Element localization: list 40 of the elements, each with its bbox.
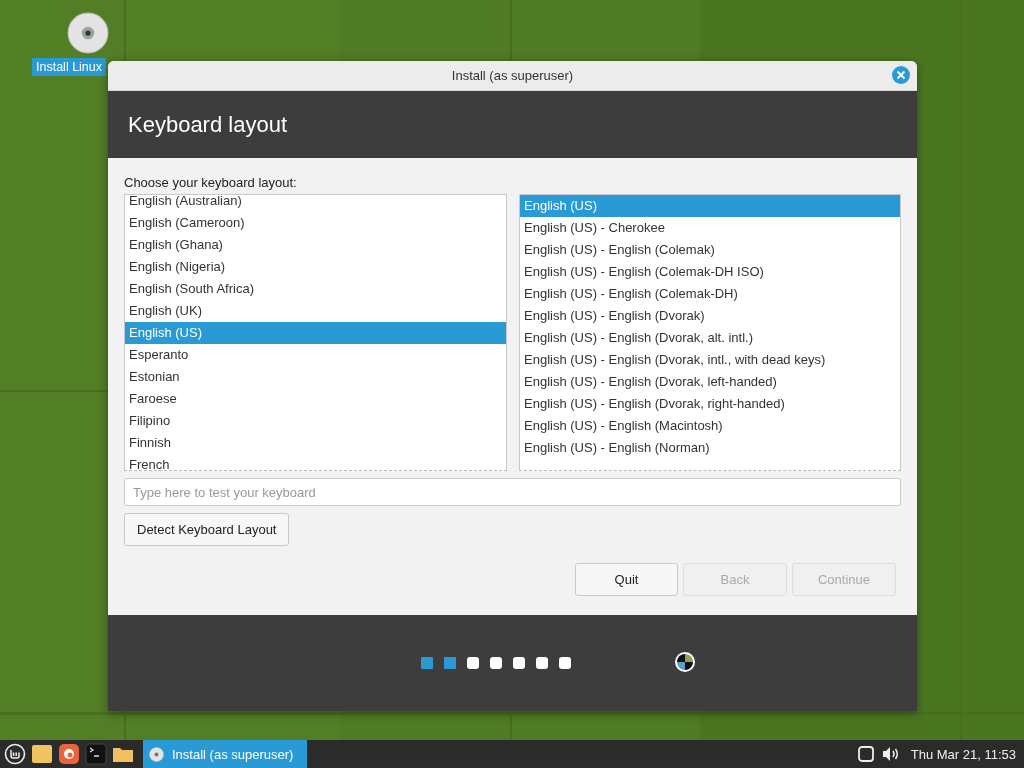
terminal-icon[interactable] <box>85 743 107 765</box>
desktop-icon[interactable] <box>31 743 53 765</box>
list-item[interactable]: English (US) - Cherokee <box>520 217 900 239</box>
list-item[interactable]: English (US) - English (Dvorak, alt. intl.) <box>520 327 900 349</box>
window-icon[interactable] <box>856 745 875 763</box>
list-item[interactable]: English (US) - English (Dvorak) <box>520 305 900 327</box>
browser-icon[interactable] <box>58 743 80 765</box>
list-item[interactable]: English (Nigeria) <box>125 256 506 278</box>
list-item[interactable]: English (US) - English (Norman) <box>520 437 900 459</box>
list-item[interactable]: Esperanto <box>125 344 506 366</box>
prompt-label: Choose your keyboard layout: <box>124 175 298 190</box>
list-item[interactable]: Estonian <box>125 366 506 388</box>
list-item[interactable]: French <box>125 454 506 470</box>
list-item[interactable]: English (US) - English (Dvorak, intl., with dead keys) <box>520 349 900 371</box>
close-icon[interactable] <box>891 65 911 85</box>
list-item[interactable]: Filipino <box>125 410 506 432</box>
list-item[interactable]: English (Cameroon) <box>125 212 506 234</box>
list-item[interactable]: English (US) - English (Dvorak, left-handed) <box>520 371 900 393</box>
list-item[interactable]: English (US) - English (Colemak-DH ISO) <box>520 261 900 283</box>
list-item[interactable]: Faroese <box>125 388 506 410</box>
list-item[interactable]: English (Ghana) <box>125 234 506 256</box>
list-item[interactable]: English (US) - English (Dvorak, right-handed) <box>520 393 900 415</box>
detect-layout-button[interactable]: Detect Keyboard Layout <box>124 513 290 546</box>
list-item[interactable]: English (US) - English (Colemak) <box>520 239 900 261</box>
page-heading: Keyboard layout <box>128 111 287 138</box>
test-input-field[interactable]: Type here to test your keyboard <box>124 478 901 506</box>
clock[interactable]: Thu Mar 21, 11:53 <box>910 746 1016 762</box>
menu-icon[interactable] <box>4 743 26 765</box>
window-title: Install (as superuser) <box>451 68 574 83</box>
disc-icon <box>67 12 109 54</box>
spinner-icon <box>674 651 696 673</box>
list-item[interactable]: English (South Africa) <box>125 278 506 300</box>
list-item[interactable]: English (UK) <box>125 300 506 322</box>
list-item[interactable]: English (US) - English (Colemak-DH) <box>520 283 900 305</box>
disc-icon <box>149 746 164 762</box>
list-item[interactable]: English (US) - English (Macintosh) <box>520 415 900 437</box>
wizard-button[interactable]: Quit <box>575 563 678 596</box>
volume-icon[interactable] <box>880 745 901 763</box>
list-item[interactable]: Finnish <box>125 432 506 454</box>
list-item[interactable]: English (Australian) <box>125 195 506 212</box>
